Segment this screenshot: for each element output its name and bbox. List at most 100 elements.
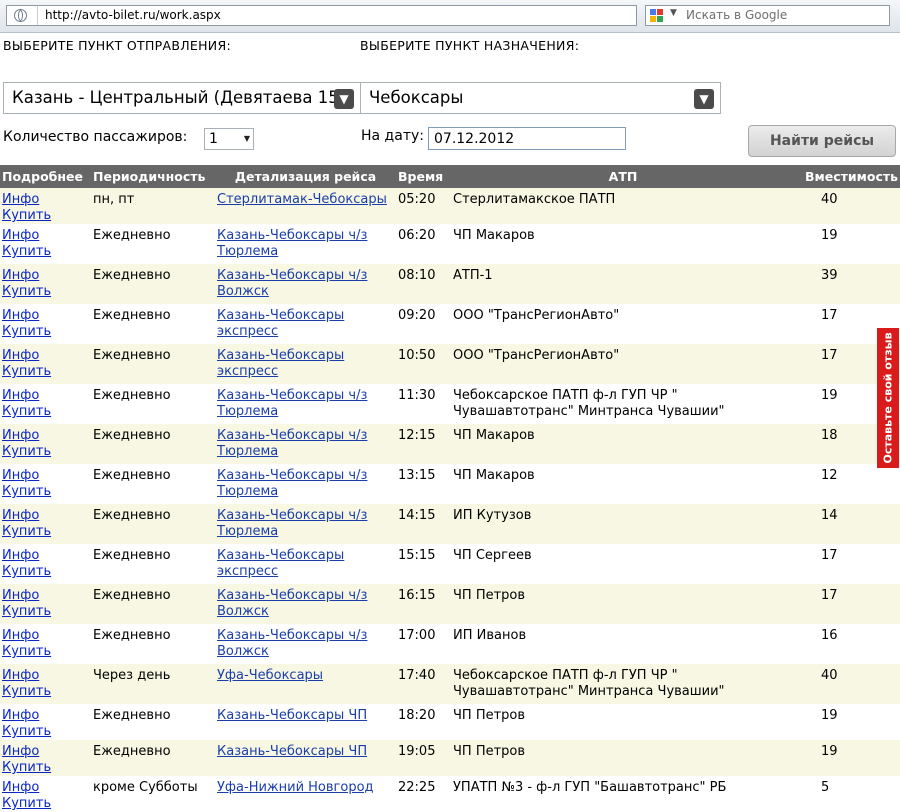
- info-link[interactable]: Инфо: [2, 548, 39, 563]
- buy-link[interactable]: Купить: [2, 484, 51, 499]
- header-period: Периодичность: [91, 165, 215, 188]
- details-cell: Инфо Купить: [0, 504, 91, 544]
- buy-link[interactable]: Купить: [2, 444, 51, 459]
- buy-link[interactable]: Купить: [2, 404, 51, 419]
- chevron-down-icon[interactable]: ▼: [334, 89, 354, 109]
- info-link[interactable]: Инфо: [2, 508, 39, 523]
- period-cell: Ежедневно: [91, 304, 215, 344]
- route-link[interactable]: Казань-Чебоксары экспресс: [217, 348, 344, 379]
- info-link[interactable]: Инфо: [2, 628, 39, 643]
- period-cell: Ежедневно: [91, 464, 215, 504]
- period-cell: Ежедневно: [91, 504, 215, 544]
- buy-link[interactable]: Купить: [2, 760, 51, 775]
- buy-link[interactable]: Купить: [2, 208, 51, 223]
- info-link[interactable]: Инфо: [2, 708, 39, 723]
- time-cell: 17:40: [396, 664, 451, 704]
- address-bar[interactable]: http://avto-bilet.ru/work.aspx: [6, 5, 637, 26]
- route-link[interactable]: Казань-Чебоксары ч/з Волжск: [217, 268, 367, 299]
- buy-link[interactable]: Купить: [2, 724, 51, 739]
- destination-value: Чебоксары: [369, 88, 464, 107]
- search-engine-dropdown-icon[interactable]: ▼: [670, 8, 677, 18]
- info-link[interactable]: Инфо: [2, 268, 39, 283]
- atp-cell: Стерлитамакское ПАТП: [451, 188, 795, 224]
- details-cell: Инфо Купить: [0, 264, 91, 304]
- buy-link[interactable]: Купить: [2, 644, 51, 659]
- capacity-cell: 19: [795, 224, 900, 264]
- table-row: Инфо Купить Ежедневно Казань-Чебоксары ч/з…: [0, 624, 900, 664]
- route-link[interactable]: Казань-Чебоксары ч/з Волжск: [217, 628, 367, 659]
- route-link[interactable]: Казань-Чебоксары ЧП: [217, 708, 367, 723]
- route-cell: Казань-Чебоксары ч/з Тюрлема: [215, 224, 396, 264]
- atp-cell: ЧП Петров: [451, 704, 795, 740]
- info-link[interactable]: Инфо: [2, 428, 39, 443]
- route-link[interactable]: Казань-Чебоксары ЧП: [217, 744, 367, 759]
- route-link[interactable]: Казань-Чебоксары ч/з Тюрлема: [217, 428, 367, 459]
- time-cell: 22:25: [396, 776, 451, 812]
- table-header-row: Подробнее Периодичность Детализация рейс…: [0, 165, 900, 188]
- feedback-tab[interactable]: Оставьте свой отзыв: [877, 328, 899, 468]
- info-link[interactable]: Инфо: [2, 308, 39, 323]
- buy-link[interactable]: Купить: [2, 324, 51, 339]
- atp-cell: Чебоксарское ПАТП ф-л ГУП ЧР " Чувашавто…: [451, 384, 795, 424]
- period-cell: пн, пт: [91, 188, 215, 224]
- buy-link[interactable]: Купить: [2, 564, 51, 579]
- passengers-select[interactable]: 1 ▼: [204, 128, 254, 150]
- buy-link[interactable]: Купить: [2, 524, 51, 539]
- date-input[interactable]: [428, 127, 626, 150]
- capacity-cell: 39: [795, 264, 900, 304]
- details-cell: Инфо Купить: [0, 304, 91, 344]
- table-row: Инфо Купить Ежедневно Казань-Чебоксары ч/з…: [0, 424, 900, 464]
- date-label: На дату:: [361, 128, 424, 144]
- route-cell: Казань-Чебоксары ч/з Волжск: [215, 584, 396, 624]
- route-link[interactable]: Казань-Чебоксары ч/з Тюрлема: [217, 228, 367, 259]
- time-cell: 18:20: [396, 704, 451, 740]
- capacity-cell: 40: [795, 188, 900, 224]
- find-trips-button[interactable]: Найти рейсы: [748, 125, 896, 157]
- info-link[interactable]: Инфо: [2, 348, 39, 363]
- table-row: Инфо Купить Ежедневно Казань-Чебоксары экс…: [0, 304, 900, 344]
- google-icon[interactable]: [650, 9, 664, 23]
- route-link[interactable]: Казань-Чебоксары экспресс: [217, 308, 344, 339]
- chevron-down-icon[interactable]: ▼: [694, 89, 714, 109]
- route-link[interactable]: Казань-Чебоксары ч/з Тюрлема: [217, 388, 367, 419]
- info-link[interactable]: Инфо: [2, 468, 39, 483]
- dropdown-arrow-icon[interactable]: ▼: [244, 134, 250, 143]
- info-link[interactable]: Инфо: [2, 588, 39, 603]
- buy-link[interactable]: Купить: [2, 284, 51, 299]
- route-link[interactable]: Уфа-Нижний Новгород: [217, 780, 374, 795]
- address-url[interactable]: http://avto-bilet.ru/work.aspx: [45, 8, 221, 22]
- route-cell: Казань-Чебоксары экспресс: [215, 544, 396, 584]
- route-link[interactable]: Казань-Чебоксары ч/з Тюрлема: [217, 468, 367, 499]
- table-row: Инфо Купить Ежедневно Казань-Чебоксары экс…: [0, 344, 900, 384]
- info-link[interactable]: Инфо: [2, 192, 39, 207]
- info-link[interactable]: Инфо: [2, 228, 39, 243]
- buy-link[interactable]: Купить: [2, 684, 51, 699]
- buy-link[interactable]: Купить: [2, 604, 51, 619]
- details-cell: Инфо Купить: [0, 544, 91, 584]
- search-box[interactable]: ▼ Искать в Google: [645, 5, 890, 26]
- capacity-cell: 16: [795, 624, 900, 664]
- info-link[interactable]: Инфо: [2, 388, 39, 403]
- route-link[interactable]: Казань-Чебоксары ч/з Волжск: [217, 588, 367, 619]
- details-cell: Инфо Купить: [0, 624, 91, 664]
- browser-toolbar: http://avto-bilet.ru/work.aspx ▼ Искать …: [0, 0, 900, 33]
- info-link[interactable]: Инфо: [2, 744, 39, 759]
- time-cell: 13:15: [396, 464, 451, 504]
- route-link[interactable]: Стерлитамак-Чебоксары: [217, 192, 387, 207]
- period-cell: Ежедневно: [91, 740, 215, 776]
- buy-link[interactable]: Купить: [2, 796, 51, 811]
- search-input[interactable]: Искать в Google: [686, 8, 787, 22]
- route-link[interactable]: Казань-Чебоксары экспресс: [217, 548, 344, 579]
- route-link[interactable]: Уфа-Чебоксары: [217, 668, 323, 683]
- info-link[interactable]: Инфо: [2, 668, 39, 683]
- buy-link[interactable]: Купить: [2, 244, 51, 259]
- table-row: Инфо Купить Ежедневно Казань-Чебоксары экс…: [0, 544, 900, 584]
- route-cell: Казань-Чебоксары ч/з Тюрлема: [215, 384, 396, 424]
- info-link[interactable]: Инфо: [2, 780, 39, 795]
- buy-link[interactable]: Купить: [2, 364, 51, 379]
- route-link[interactable]: Казань-Чебоксары ч/з Тюрлема: [217, 508, 367, 539]
- departure-select[interactable]: Казань - Центральный (Девятаева 15) ▼: [3, 82, 361, 114]
- destination-select[interactable]: Чебоксары ▼: [360, 82, 721, 114]
- time-cell: 09:20: [396, 304, 451, 344]
- details-cell: Инфо Купить: [0, 384, 91, 424]
